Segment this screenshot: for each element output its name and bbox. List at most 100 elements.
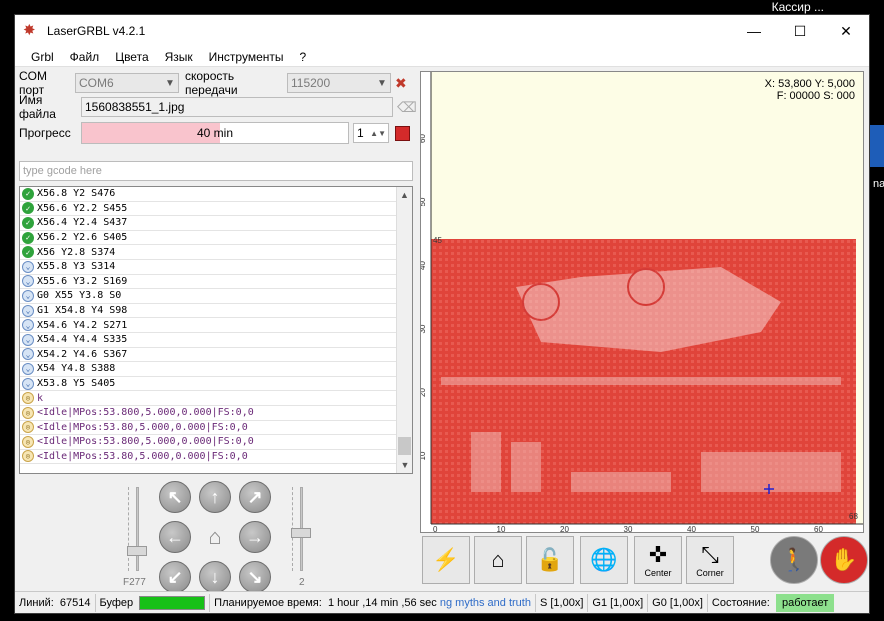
coords-feed: F: 00000 S: 000: [776, 90, 855, 102]
app-logo-icon: ✸: [23, 22, 36, 39]
progress-label: Прогресс: [19, 126, 71, 140]
pending-icon: ⌄: [22, 319, 34, 332]
jog-down-right-button[interactable]: ↘: [239, 561, 271, 593]
y-tick-label: 10: [421, 451, 427, 460]
jog-home-button[interactable]: ⌂: [199, 521, 231, 553]
speed-slider-knob[interactable]: [127, 546, 147, 557]
command-log: ✓ X56.8 Y2 S476 ✓ X56.6 Y2.2 S455 ✓ X56.4 Y2.…: [19, 186, 413, 474]
file-name-field[interactable]: 1560838551_1.jpg: [81, 97, 393, 117]
eraser-icon[interactable]: ⌫: [397, 99, 417, 116]
close-button[interactable]: ✕: [823, 15, 869, 47]
s-override[interactable]: S [1,00x]: [536, 593, 589, 612]
scroll-down-icon[interactable]: ▼: [397, 457, 412, 473]
log-scrollbar[interactable]: ▲ ▼: [396, 187, 412, 473]
baud-rate-select[interactable]: 115200 ▼: [287, 73, 391, 93]
globe-button[interactable]: 🌐: [580, 536, 628, 584]
corner-icon: ⤡: [701, 542, 719, 567]
log-line-text: X56.2 Y2.6 S405: [37, 232, 128, 244]
scroll-thumb[interactable]: [398, 437, 411, 455]
y-tick-label: 20: [421, 388, 427, 397]
jog-up-left-button[interactable]: ↖: [159, 481, 191, 513]
step-slider-knob[interactable]: [291, 527, 311, 538]
log-line: ✓ X56.4 Y2.4 S437: [20, 216, 396, 231]
jog-left-button[interactable]: ←: [159, 521, 191, 553]
response-icon: ◎: [22, 406, 34, 419]
stop-button[interactable]: ✋: [820, 536, 868, 584]
log-line-text: G0 X55 Y3.8 S0: [37, 290, 122, 302]
preview-drawing: 0 10 20 30 40 50 60 10 20 30 40 50 60 45 68: [421, 72, 863, 533]
desktop-shortcut-icon[interactable]: [870, 125, 884, 167]
log-line-text: k: [37, 392, 44, 404]
spin-arrows-icon[interactable]: ▲▼: [370, 129, 386, 138]
preview-canvas[interactable]: 0 10 20 30 40 50 60 10 20 30 40 50 60 45 68 X: 53,8…: [420, 71, 864, 533]
jog-up-button[interactable]: ↑: [199, 481, 231, 513]
g1-override[interactable]: G1 [1,00x]: [588, 593, 649, 612]
window-title: LaserGRBL v4.2.1: [47, 24, 146, 38]
maximize-button[interactable]: ☐: [777, 15, 823, 47]
buffer-label: Буфер: [99, 596, 134, 609]
minimize-button[interactable]: —: [731, 15, 777, 47]
y-tick-label: 50: [421, 197, 427, 206]
jog-up-right-button[interactable]: ↗: [239, 481, 271, 513]
menu-colors[interactable]: Цвета: [107, 50, 156, 64]
desktop-window-title: Кассир ...: [771, 0, 824, 14]
center-icon: ✜: [648, 542, 668, 567]
center-button[interactable]: ✜ Center: [634, 536, 682, 584]
slider-ticks: [128, 487, 132, 571]
news-link[interactable]: ng myths and truth: [440, 597, 531, 609]
estimated-time-label: Планируемое время:: [214, 596, 322, 609]
gcode-input[interactable]: type gcode here: [19, 161, 413, 181]
g0-override[interactable]: G0 [1,00x]: [648, 593, 708, 612]
response-icon: ◎: [22, 421, 34, 434]
x-tick-label: 60: [814, 525, 823, 533]
pass-count-field[interactable]: 1 ▲▼: [353, 123, 389, 143]
buffer-indicator: Буфер: [96, 593, 211, 612]
step-slider[interactable]: [291, 487, 311, 571]
log-line-text: X56.6 Y2.2 S455: [37, 202, 128, 214]
menu-language[interactable]: Язык: [157, 50, 201, 64]
walk-button[interactable]: 🚶: [770, 536, 818, 584]
connect-icon: ⚡: [432, 547, 460, 572]
log-line: ◎ <Idle|MPos:53.800,5.000,0.000|FS:0,0: [20, 435, 396, 450]
pending-icon: ⌄: [22, 362, 34, 375]
pending-icon: ⌄: [22, 275, 34, 288]
jog-down-button[interactable]: ↓: [199, 561, 231, 593]
disconnect-icon[interactable]: ✖: [395, 75, 407, 92]
unlock-button[interactable]: 🔓: [526, 536, 574, 584]
menu-grbl[interactable]: Grbl: [23, 50, 62, 64]
speed-slider[interactable]: [127, 487, 147, 571]
progress-bar: 40 min: [81, 122, 349, 144]
response-icon: ◎: [22, 450, 34, 463]
title-bar[interactable]: ✸ LaserGRBL v4.2.1 — ☐ ✕: [15, 15, 869, 47]
y-tick-label: 30: [421, 324, 427, 333]
connect-button[interactable]: ⚡: [422, 536, 470, 584]
menu-tools[interactable]: Инструменты: [201, 50, 292, 64]
pending-icon: ⌄: [22, 304, 34, 317]
scroll-up-icon[interactable]: ▲: [397, 187, 412, 203]
jog-right-button[interactable]: →: [239, 521, 271, 553]
pass-count-value: 1: [357, 126, 364, 140]
menu-help[interactable]: ?: [292, 50, 315, 64]
corner-button[interactable]: ⤡ Corner: [686, 536, 734, 584]
check-icon: ✓: [22, 202, 34, 215]
log-line: ⌄ X55.6 Y3.2 S169: [20, 275, 396, 290]
jog-panel: F277 2 ↖ ↑ ↗ ← ⌂ → ↙ ↓ ↘: [19, 479, 413, 599]
abort-button[interactable]: [395, 125, 410, 141]
y-tick-label: 60: [421, 134, 427, 143]
center-label: Center: [644, 568, 672, 578]
check-icon: ✓: [22, 216, 34, 229]
jog-down-left-button[interactable]: ↙: [159, 561, 191, 593]
desktop-shortcut-label: na: [873, 178, 884, 190]
baud-rate-label: скорость передачи: [185, 69, 238, 97]
log-line-text: X56 Y2.8 S374: [37, 246, 116, 258]
com-port-select[interactable]: COM6 ▼: [75, 73, 179, 93]
home-button[interactable]: ⌂: [474, 536, 522, 584]
menu-file[interactable]: Файл: [62, 50, 108, 64]
log-line: ⌄ G0 X55 Y3.8 S0: [20, 289, 396, 304]
machine-state: Состояние: работает: [708, 593, 835, 612]
coordinate-readout: X: 53,800 Y: 5,000 F: 00000 S: 000: [765, 78, 855, 102]
log-line: ◎ k: [20, 391, 396, 406]
log-line-text: X55.6 Y3.2 S169: [37, 275, 128, 287]
lines-value: 67514: [59, 596, 91, 609]
log-line: ⌄ X55.8 Y3 S314: [20, 260, 396, 275]
